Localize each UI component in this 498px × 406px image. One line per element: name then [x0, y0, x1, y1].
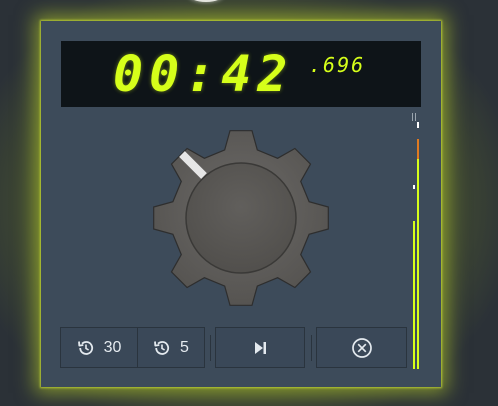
history-icon	[77, 340, 93, 355]
rewind-30-button[interactable]: 30	[60, 327, 138, 368]
transport-controls: 30 5	[60, 327, 408, 368]
skip-forward-icon	[255, 341, 266, 354]
controls-divider	[210, 335, 211, 361]
skip-button[interactable]	[215, 327, 305, 368]
time-main-digits: 00:42	[113, 45, 294, 103]
jog-dial[interactable]	[151, 128, 331, 308]
rewind-5-button[interactable]: 5	[137, 327, 205, 368]
clear-button[interactable]	[316, 327, 407, 368]
time-display: 00:42 .696	[61, 41, 421, 107]
time-fraction-digits: .696	[309, 53, 366, 77]
rewind-30-label: 30	[103, 338, 122, 356]
gear-dial-icon[interactable]	[151, 128, 331, 308]
controls-divider	[311, 335, 312, 361]
history-icon	[154, 340, 170, 355]
timer-panel: 00:42 .696 30 5	[41, 21, 441, 387]
rewind-5-label: 5	[180, 338, 189, 356]
level-meter	[411, 113, 423, 369]
close-circle-icon	[351, 337, 372, 358]
